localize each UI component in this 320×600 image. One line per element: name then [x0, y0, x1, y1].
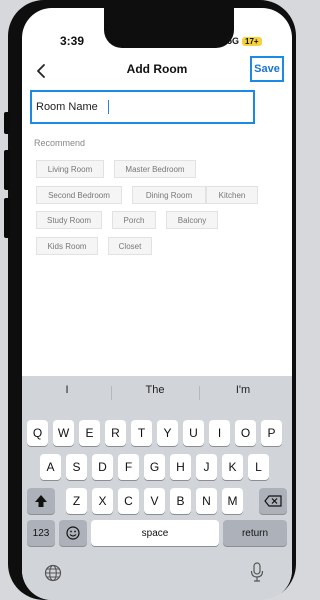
- phone-screen: 3:39 5G 17+ Add Room Save Room Name Reco…: [22, 8, 292, 600]
- key-i[interactable]: I: [209, 420, 230, 446]
- chip-dining-room[interactable]: Dining Room: [132, 186, 206, 204]
- key-x[interactable]: X: [92, 488, 113, 514]
- key-r[interactable]: R: [105, 420, 126, 446]
- text-cursor: [107, 100, 110, 114]
- chip-kitchen[interactable]: Kitchen: [206, 186, 258, 204]
- suggestion-1[interactable]: I: [27, 384, 107, 396]
- chip-second-bedroom[interactable]: Second Bedroom: [36, 186, 122, 204]
- side-button: [4, 150, 10, 190]
- key-j[interactable]: J: [196, 454, 217, 480]
- numbers-key[interactable]: 123: [27, 520, 55, 546]
- network-label: 5G: [227, 36, 240, 46]
- space-key[interactable]: space: [91, 520, 219, 546]
- chip-closet[interactable]: Closet: [108, 237, 152, 255]
- emoji-icon[interactable]: [59, 520, 87, 546]
- key-c[interactable]: C: [118, 488, 139, 514]
- notch: [104, 8, 234, 48]
- microphone-icon[interactable]: [250, 562, 264, 587]
- suggestion-divider: [111, 386, 112, 400]
- key-d[interactable]: D: [92, 454, 113, 480]
- recommend-heading: Recommend: [34, 138, 86, 148]
- chip-kids-room[interactable]: Kids Room: [36, 237, 98, 255]
- key-m[interactable]: M: [222, 488, 243, 514]
- key-a[interactable]: A: [40, 454, 61, 480]
- shift-icon[interactable]: [27, 488, 55, 514]
- key-e[interactable]: E: [79, 420, 100, 446]
- side-button: [4, 112, 10, 134]
- room-name-placeholder: Room Name: [36, 101, 98, 113]
- key-h[interactable]: H: [170, 454, 191, 480]
- key-s[interactable]: S: [66, 454, 87, 480]
- save-button[interactable]: Save: [250, 56, 284, 82]
- key-t[interactable]: T: [131, 420, 152, 446]
- key-q[interactable]: Q: [27, 420, 48, 446]
- key-n[interactable]: N: [196, 488, 217, 514]
- globe-icon[interactable]: [44, 564, 62, 587]
- chip-study-room[interactable]: Study Room: [36, 211, 102, 229]
- suggestion-divider: [199, 386, 200, 400]
- side-button: [4, 198, 10, 238]
- key-v[interactable]: V: [144, 488, 165, 514]
- keyboard: I The I'm QWERTYUIOP ASDFGHJKL ZXCVBNM 1…: [22, 376, 292, 600]
- suggestion-2[interactable]: The: [115, 384, 195, 396]
- chip-porch[interactable]: Porch: [112, 211, 156, 229]
- suggestion-3[interactable]: I'm: [203, 384, 283, 396]
- status-time: 3:39: [60, 34, 85, 48]
- key-b[interactable]: B: [170, 488, 191, 514]
- key-l[interactable]: L: [248, 454, 269, 480]
- key-p[interactable]: P: [261, 420, 282, 446]
- key-g[interactable]: G: [144, 454, 165, 480]
- delete-icon[interactable]: [259, 488, 287, 514]
- key-f[interactable]: F: [118, 454, 139, 480]
- room-name-input[interactable]: Room Name: [30, 90, 255, 124]
- key-o[interactable]: O: [235, 420, 256, 446]
- return-key[interactable]: return: [223, 520, 287, 546]
- chip-living-room[interactable]: Living Room: [36, 160, 104, 178]
- key-y[interactable]: Y: [157, 420, 178, 446]
- key-u[interactable]: U: [183, 420, 204, 446]
- chip-balcony[interactable]: Balcony: [166, 211, 218, 229]
- key-k[interactable]: K: [222, 454, 243, 480]
- key-w[interactable]: W: [53, 420, 74, 446]
- key-z[interactable]: Z: [66, 488, 87, 514]
- status-icons: 5G 17+: [227, 36, 262, 46]
- chip-master-bedroom[interactable]: Master Bedroom: [114, 160, 196, 178]
- battery-badge: 17+: [242, 36, 262, 46]
